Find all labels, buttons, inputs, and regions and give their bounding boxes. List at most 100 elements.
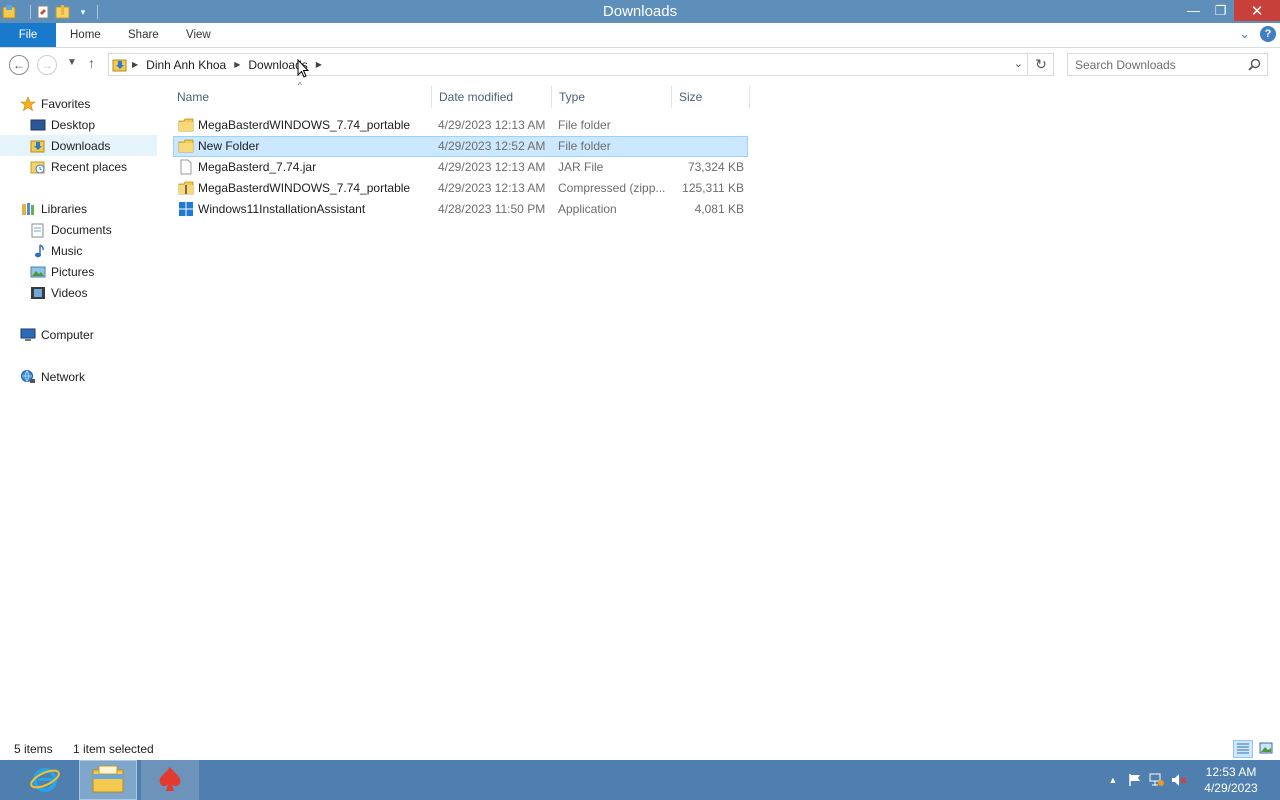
windows-app-icon — [178, 201, 194, 217]
close-icon: ✕ — [1250, 2, 1264, 20]
minimize-button[interactable]: — — [1180, 0, 1207, 21]
volume-muted-icon[interactable] — [1168, 760, 1190, 800]
up-arrow-icon: ↑ — [88, 55, 95, 71]
recent-locations-button[interactable]: ▼ — [67, 57, 77, 68]
documents-icon — [30, 222, 46, 238]
address-bar[interactable]: ▶ Dinh Anh Khoa ▶ Downloads ▶ ⌄ — [108, 53, 1028, 76]
breadcrumb-separator-icon[interactable]: ▶ — [128, 60, 142, 69]
restore-icon: ❐ — [1214, 2, 1227, 18]
file-type: Application — [558, 202, 617, 216]
action-center-icon[interactable] — [1124, 760, 1146, 800]
nav-documents[interactable]: Documents — [0, 219, 157, 240]
folder-icon — [178, 117, 194, 133]
file-type: File folder — [558, 118, 611, 132]
back-arrow-icon: ← — [13, 58, 25, 72]
nav-favorites-label: Favorites — [41, 96, 91, 111]
file-row-selected[interactable]: New Folder 4/29/2023 12:52 AM File folde… — [173, 136, 748, 157]
file-size: 73,324 KB — [687, 160, 744, 174]
status-bar: 5 items 1 item selected — [0, 738, 1280, 760]
refresh-button[interactable]: ↻ — [1029, 53, 1054, 76]
ribbon: File Home Share View ⌄ ? — [0, 23, 1280, 48]
column-header-type[interactable]: Type — [552, 86, 672, 108]
breadcrumb-separator-icon[interactable]: ▶ — [312, 60, 326, 69]
nav-downloads[interactable]: Downloads — [0, 135, 157, 156]
navigation-bar: ← → ▼ ↑ ▶ Dinh Anh Khoa ▶ Downloads ▶ ⌄ … — [0, 48, 1280, 82]
column-header-name[interactable]: Name — [170, 86, 432, 108]
file-type: File folder — [558, 139, 611, 153]
column-headers: Name Date modified Type Size — [170, 86, 750, 108]
network-status-icon[interactable] — [1146, 760, 1168, 800]
show-desktop-button[interactable] — [1272, 760, 1280, 800]
downloads-folder-icon — [30, 138, 46, 154]
nav-network[interactable]: Network — [0, 366, 157, 387]
nav-libraries-label: Libraries — [41, 201, 88, 216]
restore-button[interactable]: ❐ — [1207, 0, 1234, 21]
mouse-cursor-icon — [297, 58, 310, 82]
taskbar: ▲ 12:53 AM 4/29/2023 — [0, 760, 1280, 800]
file-row[interactable]: MegaBasterdWINDOWS_7.74_portable 4/29/20… — [173, 115, 748, 136]
large-icons-view-button[interactable] — [1256, 740, 1276, 758]
internet-explorer-taskbar-button[interactable] — [16, 760, 74, 800]
details-view-button[interactable] — [1233, 740, 1253, 758]
column-header-date-modified[interactable]: Date modified — [432, 86, 552, 108]
spade-icon — [155, 764, 185, 797]
expand-ribbon-icon[interactable]: ⌄ — [1239, 26, 1250, 42]
search-input[interactable] — [1068, 54, 1243, 75]
nav-recent-places-label: Recent places — [51, 159, 128, 174]
nav-libraries[interactable]: Libraries — [0, 198, 157, 219]
file-explorer-taskbar-button[interactable] — [79, 760, 137, 800]
file-row[interactable]: MegaBasterdWINDOWS_7.74_portable 4/29/20… — [173, 178, 748, 199]
breadcrumb-separator-icon[interactable]: ▶ — [230, 60, 244, 69]
file-row[interactable]: MegaBasterd_7.74.jar 4/29/2023 12:13 AM … — [173, 157, 748, 178]
file-date-modified: 4/28/2023 11:50 PM — [438, 202, 546, 216]
show-hidden-icons-button[interactable]: ▲ — [1102, 760, 1124, 800]
nav-videos-label: Videos — [51, 285, 88, 300]
nav-favorites[interactable]: Favorites — [0, 93, 157, 114]
recent-places-icon — [30, 159, 46, 175]
nav-computer[interactable]: Computer — [0, 324, 157, 345]
file-date-modified: 4/29/2023 12:13 AM — [438, 160, 546, 174]
nav-computer-label: Computer — [41, 327, 94, 342]
nav-recent-places[interactable]: Recent places — [0, 156, 157, 177]
column-header-size[interactable]: Size — [672, 86, 750, 108]
up-button[interactable]: ↑ — [88, 55, 95, 71]
back-button[interactable]: ← — [9, 55, 29, 75]
file-size: 125,311 KB — [682, 181, 744, 195]
nav-music-label: Music — [51, 243, 83, 258]
taskbar-clock[interactable]: 12:53 AM 4/29/2023 — [1190, 764, 1272, 796]
file-date-modified: 4/29/2023 12:13 AM — [438, 181, 546, 195]
forward-button[interactable]: → — [37, 55, 57, 75]
clock-time: 12:53 AM — [1205, 765, 1257, 779]
search-box[interactable] — [1067, 53, 1268, 76]
help-icon[interactable]: ? — [1260, 26, 1276, 42]
file-row[interactable]: Windows11InstallationAssistant 4/28/2023… — [173, 199, 748, 220]
file-name: New Folder — [198, 139, 260, 153]
computer-icon — [20, 327, 36, 343]
close-button[interactable]: ✕ — [1234, 0, 1280, 21]
title-bar: ▾ Downloads — ❐ ✕ — [0, 0, 1280, 23]
folder-icon — [178, 138, 194, 154]
nav-pictures[interactable]: Pictures — [0, 261, 157, 282]
nav-videos[interactable]: Videos — [0, 282, 157, 303]
tab-share[interactable]: Share — [114, 23, 173, 47]
nav-network-label: Network — [41, 369, 86, 384]
poker-app-taskbar-button[interactable] — [141, 760, 199, 800]
desktop-icon — [30, 117, 46, 133]
tab-view[interactable]: View — [172, 23, 225, 47]
details-view-icon — [1236, 742, 1250, 757]
address-history-dropdown-icon[interactable]: ⌄ — [1014, 57, 1023, 70]
file-size: 4,081 KB — [694, 202, 744, 216]
minimize-icon: — — [1187, 3, 1200, 18]
breadcrumb-dinh-anh-khoa[interactable]: Dinh Anh Khoa — [142, 58, 230, 72]
chevron-up-icon: ▲ — [1108, 775, 1118, 785]
downloads-location-icon — [112, 57, 128, 73]
refresh-icon: ↻ — [1035, 56, 1047, 72]
nav-desktop[interactable]: Desktop — [0, 114, 157, 135]
tab-file[interactable]: File — [0, 23, 56, 47]
tab-home[interactable]: Home — [56, 23, 115, 47]
window-title: Downloads — [602, 3, 678, 20]
nav-documents-label: Documents — [51, 222, 112, 237]
search-icon[interactable] — [1248, 58, 1261, 71]
nav-music[interactable]: Music — [0, 240, 157, 261]
star-icon — [20, 95, 36, 112]
